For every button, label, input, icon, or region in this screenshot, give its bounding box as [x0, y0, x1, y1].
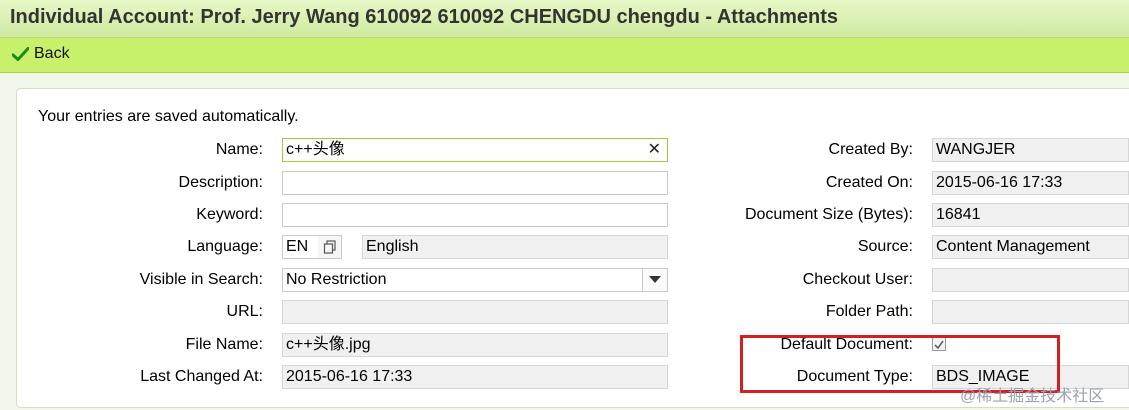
- name-input[interactable]: c++头像 ✕: [282, 138, 668, 162]
- name-value: c++头像: [286, 141, 345, 158]
- close-icon[interactable]: ✕: [648, 139, 661, 161]
- back-button[interactable]: Back: [12, 41, 70, 67]
- url-label: URL:: [226, 303, 263, 320]
- checkout-user-label: Checkout User:: [802, 271, 913, 288]
- toolbar: Back: [0, 38, 1129, 73]
- created-on-label: Created On:: [825, 174, 913, 191]
- keyword-input[interactable]: [282, 203, 668, 227]
- document-size-field: 16841: [932, 203, 1129, 227]
- visible-in-search-label: Visible in Search:: [139, 271, 263, 288]
- last-changed-at-label: Last Changed At:: [140, 368, 263, 385]
- file-name-field: c++头像.jpg: [282, 333, 668, 357]
- check-icon: [12, 47, 29, 61]
- page-title: Individual Account: Prof. Jerry Wang 610…: [10, 6, 838, 28]
- triangle-down-icon[interactable]: [642, 269, 667, 291]
- watermark: @稀土掘金技术社区: [960, 388, 1105, 405]
- url-field: [282, 300, 668, 324]
- description-label: Description:: [178, 174, 263, 191]
- language-text: English: [362, 235, 668, 259]
- title-bar: Individual Account: Prof. Jerry Wang 610…: [0, 0, 1129, 38]
- created-by-field: WANGJER: [932, 138, 1129, 162]
- created-by-label: Created By:: [828, 141, 913, 158]
- document-size-label: Document Size (Bytes):: [744, 206, 913, 223]
- last-changed-at-field: 2015-06-16 17:33: [282, 365, 668, 389]
- name-label: Name:: [215, 141, 263, 158]
- folder-path-label: Folder Path:: [825, 303, 913, 320]
- checkout-user-field: [932, 268, 1129, 292]
- file-name-label: File Name:: [185, 336, 263, 353]
- visible-in-search-select[interactable]: No Restriction: [282, 268, 668, 292]
- created-on-field: 2015-06-16 17:33: [932, 171, 1129, 195]
- back-label: Back: [34, 45, 70, 62]
- folder-path-field: [932, 300, 1129, 324]
- source-field: Content Management: [932, 235, 1129, 259]
- autosave-info: Your entries are saved automatically.: [38, 108, 299, 125]
- copy-icon[interactable]: [318, 235, 342, 259]
- description-input[interactable]: [282, 171, 668, 195]
- language-code-input[interactable]: EN: [282, 235, 319, 259]
- keyword-label: Keyword:: [196, 206, 263, 223]
- source-label: Source:: [857, 238, 913, 255]
- language-label: Language:: [187, 238, 263, 255]
- visible-in-search-value: No Restriction: [286, 271, 387, 288]
